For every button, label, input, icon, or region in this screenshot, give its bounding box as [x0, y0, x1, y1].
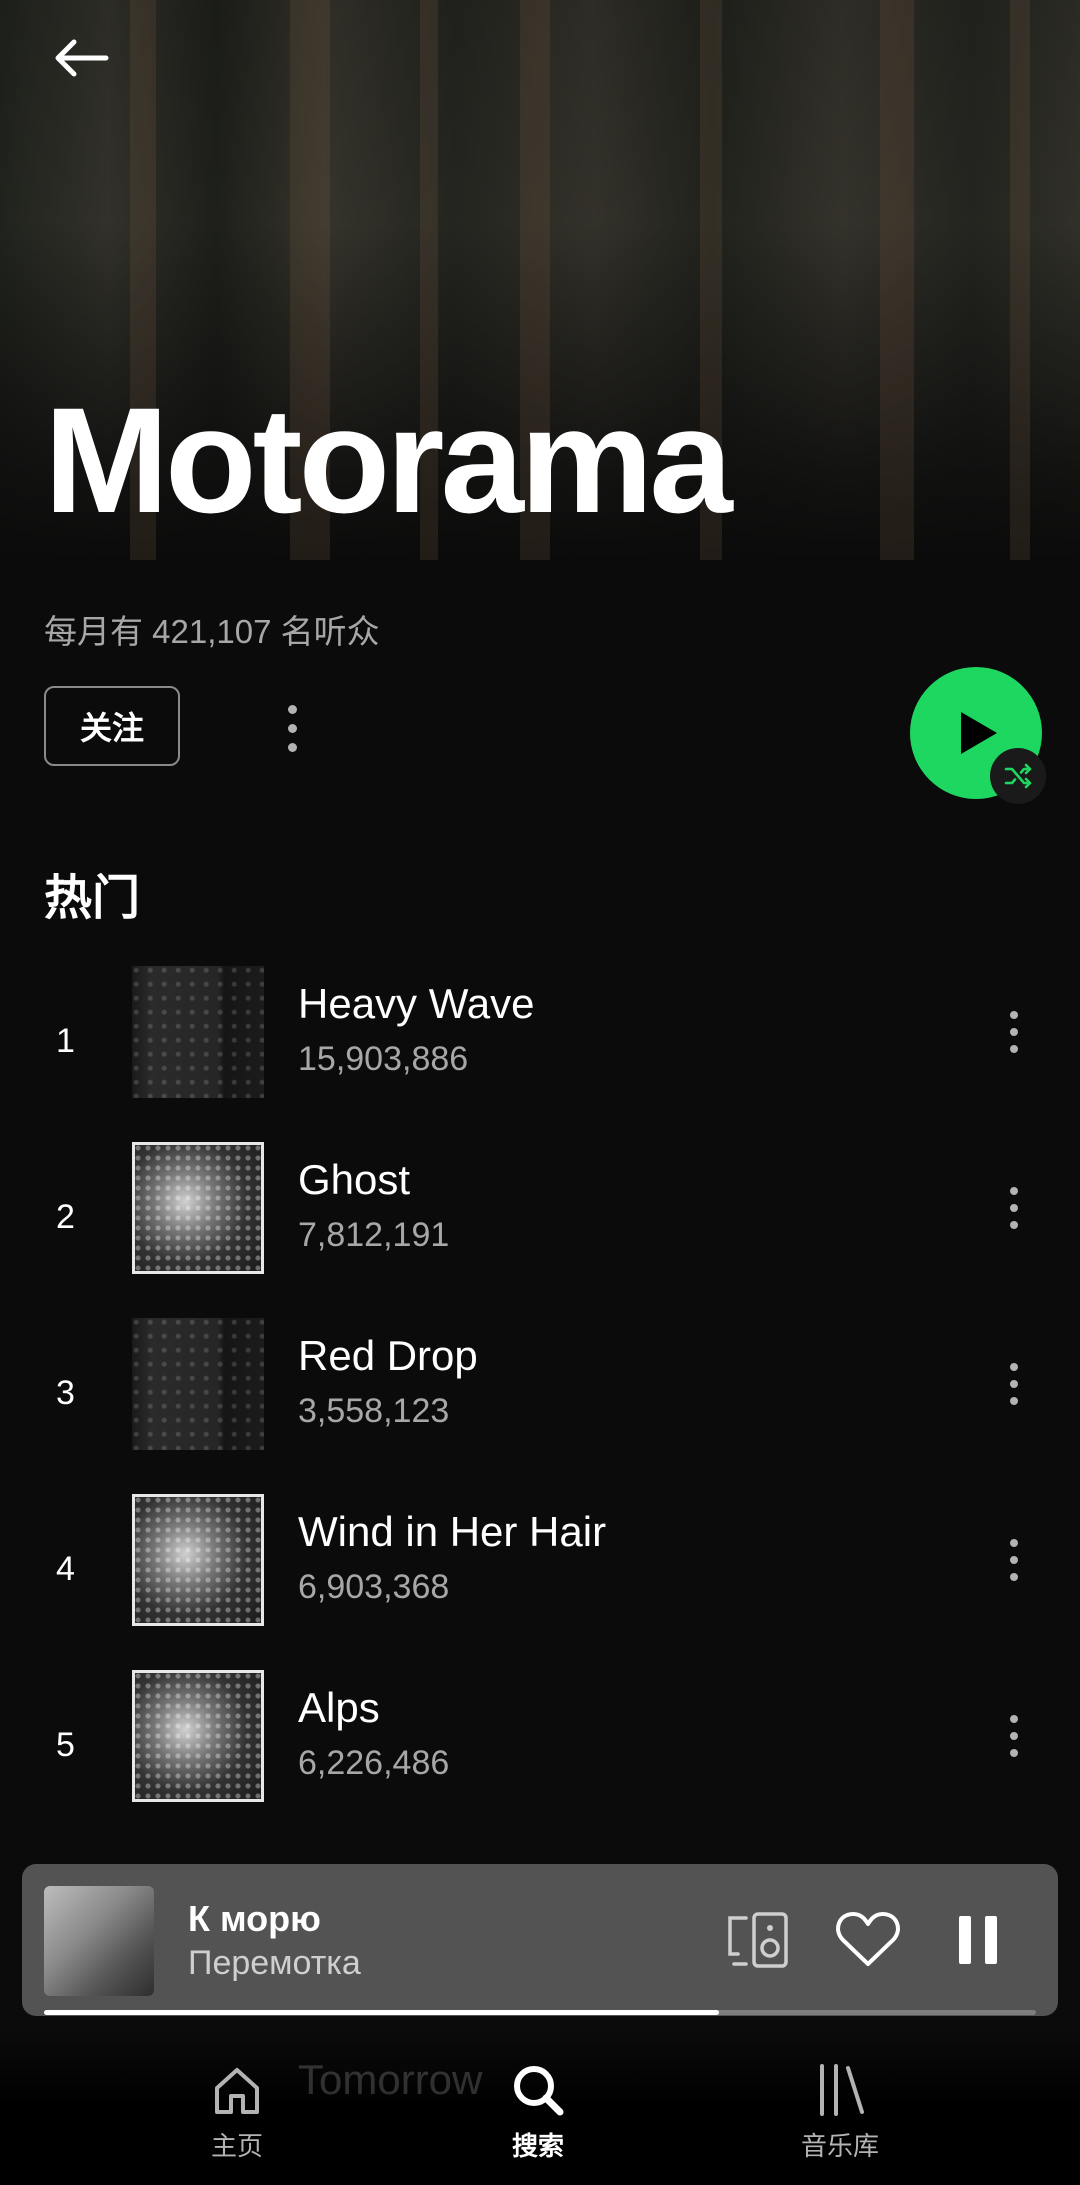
search-icon [514, 2066, 564, 2116]
shuffle-button[interactable] [990, 748, 1046, 804]
popular-track-list: 1 Heavy Wave 15,903,886 2 Ghost 7,812,19… [0, 960, 1080, 1840]
pause-icon [959, 1916, 997, 1964]
track-rank: 1 [56, 1022, 75, 1060]
pause-button[interactable] [942, 1904, 1014, 1976]
library-icon [820, 2064, 864, 2116]
track-row[interactable]: 5 Alps 6,226,486 [0, 1664, 1080, 1840]
track-cover [132, 1318, 264, 1450]
track-more-button[interactable] [1000, 1180, 1028, 1236]
track-more-button[interactable] [1000, 1708, 1028, 1764]
track-row[interactable]: 1 Heavy Wave 15,903,886 [0, 960, 1080, 1136]
follow-button[interactable]: 关注 [44, 686, 180, 766]
back-arrow-icon [55, 39, 109, 77]
track-title: Red Drop [298, 1332, 478, 1379]
track-row[interactable]: 2 Ghost 7,812,191 [0, 1136, 1080, 1312]
more-vertical-icon [1010, 1539, 1018, 1547]
nav-search[interactable]: 搜索 [438, 2060, 638, 2163]
connect-device-icon [728, 1912, 788, 1968]
track-play-count: 7,812,191 [298, 1216, 450, 1254]
artist-name: Motorama [44, 376, 733, 544]
shuffle-icon [1004, 763, 1032, 789]
play-icon [961, 712, 997, 754]
now-playing-cover [44, 1886, 154, 1996]
like-button[interactable] [832, 1904, 904, 1976]
connect-device-button[interactable] [722, 1904, 794, 1976]
track-title: Ghost [298, 1156, 411, 1203]
track-more-button[interactable] [1000, 1004, 1028, 1060]
nav-home[interactable]: 主页 [137, 2060, 337, 2163]
track-rank: 4 [56, 1550, 75, 1588]
heart-icon [836, 1912, 900, 1966]
now-playing-title: К морю [188, 1898, 321, 1939]
playback-progress-bar[interactable] [44, 2010, 1036, 2015]
artist-more-button[interactable] [270, 696, 314, 760]
track-more-button[interactable] [1000, 1356, 1028, 1412]
track-play-count: 6,903,368 [298, 1568, 450, 1606]
track-title: Heavy Wave [298, 980, 535, 1027]
track-more-button[interactable] [1000, 1532, 1028, 1588]
playback-progress-fill [44, 2010, 719, 2015]
track-cover [132, 966, 264, 1098]
track-row[interactable]: 3 Red Drop 3,558,123 [0, 1312, 1080, 1488]
nav-search-label: 搜索 [511, 2131, 564, 2161]
track-play-count: 6,226,486 [298, 1744, 450, 1782]
more-vertical-icon [1010, 1715, 1018, 1723]
more-vertical-icon [1010, 1187, 1018, 1195]
track-cover [132, 1670, 264, 1802]
more-vertical-icon [1010, 1011, 1018, 1019]
track-title: Alps [298, 1684, 380, 1731]
track-cover [132, 1494, 264, 1626]
nav-library-label: 音乐库 [800, 2131, 879, 2161]
now-playing-bar[interactable]: К морю Перемотка [22, 1864, 1058, 2016]
more-vertical-icon [287, 704, 297, 714]
track-cover [132, 1142, 264, 1274]
track-rank: 3 [56, 1374, 75, 1412]
now-playing-artist: Перемотка [188, 1944, 361, 1982]
track-title: Wind in Her Hair [298, 1508, 607, 1555]
track-row[interactable]: 4 Wind in Her Hair 6,903,368 [0, 1488, 1080, 1664]
popular-section-title: 热门 [44, 872, 141, 925]
more-vertical-icon [1010, 1363, 1018, 1371]
track-play-count: 15,903,886 [298, 1040, 469, 1078]
back-button[interactable] [40, 28, 120, 88]
nav-home-label: 主页 [210, 2131, 263, 2161]
track-play-count: 3,558,123 [298, 1392, 450, 1430]
monthly-listeners: 每月有 421,107 名听众 [44, 613, 380, 650]
nav-library[interactable]: 音乐库 [740, 2060, 940, 2163]
track-rank: 2 [56, 1198, 75, 1236]
home-icon [215, 2068, 259, 2114]
track-rank: 5 [56, 1726, 75, 1764]
